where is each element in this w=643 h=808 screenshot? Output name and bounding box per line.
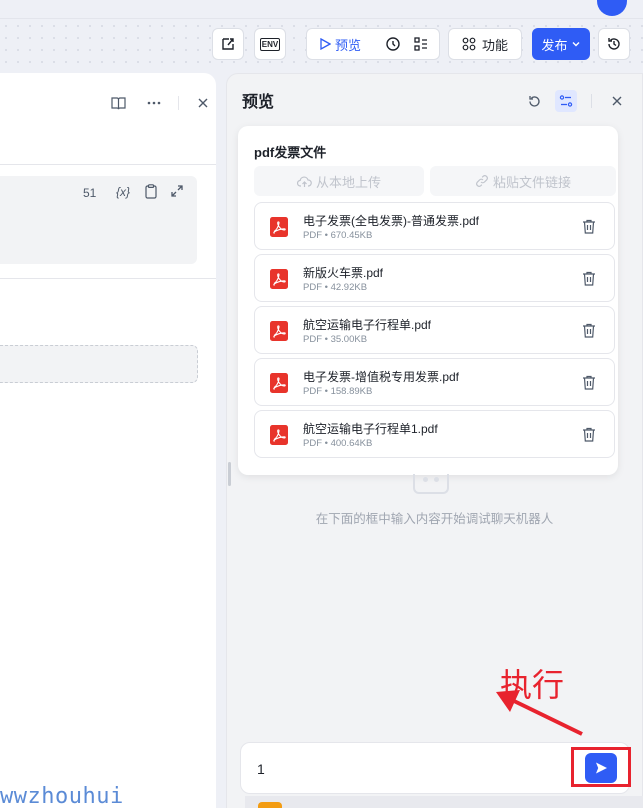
clipboard-icon[interactable] <box>145 184 157 204</box>
preview-button-group: 预览 <box>306 28 440 60</box>
delete-file-icon[interactable] <box>582 323 596 343</box>
resize-handle[interactable] <box>228 462 231 486</box>
send-button[interactable] <box>585 753 617 783</box>
divider <box>0 278 216 279</box>
publish-label: 发布 <box>541 37 568 53</box>
pdf-file-icon <box>270 373 288 398</box>
delete-file-icon[interactable] <box>582 219 596 239</box>
features-label: 功能 <box>481 37 508 53</box>
preview-label: 预览 <box>335 37 362 53</box>
paste-link-label: 粘贴文件链接 <box>492 174 571 190</box>
pdf-file-input-card: pdf发票文件 从本地上传 粘贴文件链接 电子发票(全电发票)-普通发票.pdf… <box>238 126 618 475</box>
code-editor-box[interactable]: 51 {x} <box>0 176 197 264</box>
play-icon <box>320 38 331 50</box>
toolbar-divider <box>591 94 592 108</box>
link-icon <box>476 175 488 187</box>
divider <box>0 164 216 165</box>
file-meta: PDF • 35.00KB <box>303 334 368 345</box>
features-button[interactable]: 功能 <box>448 28 522 60</box>
user-avatar[interactable] <box>597 0 627 16</box>
top-toolbar: ENV 预览 功能 发布 <box>0 0 643 72</box>
insert-variable-button[interactable]: {x} <box>116 185 130 199</box>
chatbot-icon <box>413 474 449 494</box>
file-item[interactable]: 电子发票(全电发票)-普通发票.pdf PDF • 670.45KB <box>254 202 615 250</box>
toggle-debug-icon[interactable] <box>212 28 244 60</box>
upload-local-button[interactable]: 从本地上传 <box>254 166 424 196</box>
chevron-down-icon <box>572 42 579 47</box>
file-item[interactable]: 航空运输电子行程单.pdf PDF • 35.00KB <box>254 306 615 354</box>
agent-avatar <box>258 802 282 808</box>
preview-panel-toolbar <box>523 90 628 112</box>
paste-link-button[interactable]: 粘贴文件链接 <box>430 166 616 196</box>
file-name: 新版火车票.pdf <box>303 266 384 280</box>
preview-panel-title: 预览 <box>242 94 275 111</box>
file-name: 航空运输电子行程单1.pdf <box>303 422 438 436</box>
file-item[interactable]: 航空运输电子行程单1.pdf PDF • 400.64KB <box>254 410 615 458</box>
file-name: 电子发票(全电发票)-普通发票.pdf <box>303 214 480 228</box>
file-section-title: pdf发票文件 <box>254 145 327 160</box>
annotation-arrow-icon <box>496 690 583 736</box>
file-meta: PDF • 400.64KB <box>303 438 373 449</box>
upload-local-label: 从本地上传 <box>315 174 381 190</box>
env-label: ENV <box>259 37 281 51</box>
left-editor-panel: 51 {x} <box>0 73 216 808</box>
env-icon[interactable]: ENV <box>254 28 286 60</box>
send-icon <box>596 762 607 774</box>
empty-chat-hint: 在下面的框中输入内容开始调试聊天机器人 <box>315 512 554 526</box>
more-icon[interactable] <box>136 93 172 113</box>
refresh-icon[interactable] <box>523 90 545 112</box>
close-icon[interactable] <box>185 93 221 113</box>
pdf-file-icon <box>270 425 288 450</box>
pdf-file-icon <box>270 269 288 294</box>
file-meta: PDF • 42.92KB <box>303 282 368 293</box>
close-icon[interactable] <box>606 90 628 112</box>
dashed-drop-zone[interactable] <box>0 345 198 383</box>
expand-icon[interactable] <box>170 184 184 203</box>
file-meta: PDF • 670.45KB <box>303 230 373 241</box>
file-meta: PDF • 158.89KB <box>303 386 373 397</box>
file-item[interactable]: 新版火车票.pdf PDF • 42.92KB <box>254 254 615 302</box>
delete-file-icon[interactable] <box>582 427 596 447</box>
delete-file-icon[interactable] <box>582 271 596 291</box>
bottom-strip <box>245 796 643 808</box>
grid-icon <box>462 37 476 51</box>
chat-input-value: 1 <box>257 761 265 777</box>
delete-file-icon[interactable] <box>582 375 596 395</box>
version-history-icon[interactable] <box>598 28 630 60</box>
preview-button[interactable]: 预览 <box>307 35 379 54</box>
history-clock-icon[interactable] <box>379 36 407 52</box>
publish-button[interactable]: 发布 <box>532 28 590 60</box>
book-icon[interactable] <box>100 93 136 113</box>
cloud-upload-icon <box>296 176 312 187</box>
file-item[interactable]: 电子发票-增值税专用发票.pdf PDF • 158.89KB <box>254 358 615 406</box>
watermark-text: wwzhouhui <box>0 784 124 808</box>
toolbar-divider <box>178 96 179 110</box>
variables-settings-icon[interactable] <box>555 90 577 112</box>
checklist-icon[interactable] <box>407 36 435 52</box>
left-panel-toolbar <box>100 93 221 113</box>
pdf-file-icon <box>270 321 288 346</box>
file-name: 电子发票-增值税专用发票.pdf <box>303 370 460 384</box>
pdf-file-icon <box>270 217 288 242</box>
file-name: 航空运输电子行程单.pdf <box>303 318 432 332</box>
line-count: 51 <box>83 186 97 200</box>
